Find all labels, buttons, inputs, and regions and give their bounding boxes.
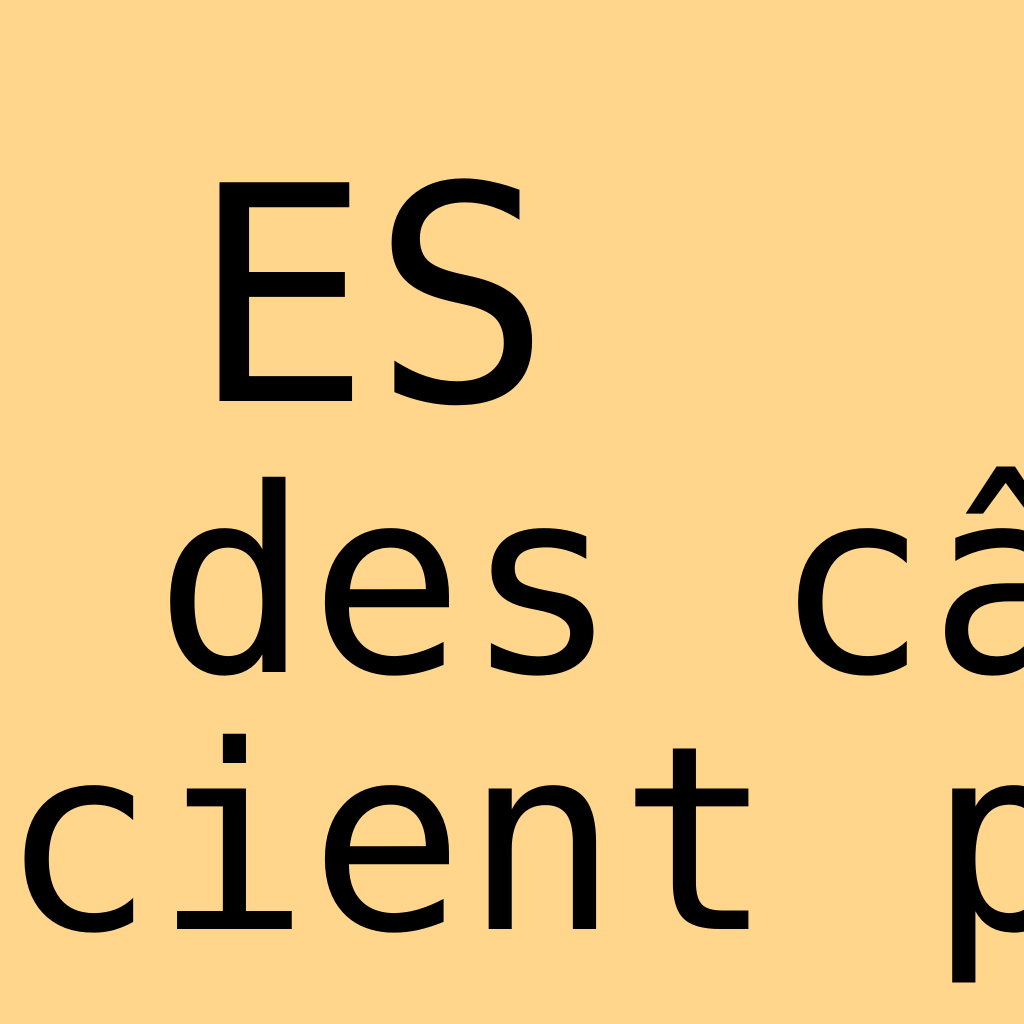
terminal-line-2: des câb	[154, 433, 1024, 733]
terminal-line-3: cient p	[0, 690, 1024, 990]
terminal-line-1: ES	[10, 123, 552, 472]
terminal-screen: ES des câb cient p	[0, 0, 1024, 1024]
